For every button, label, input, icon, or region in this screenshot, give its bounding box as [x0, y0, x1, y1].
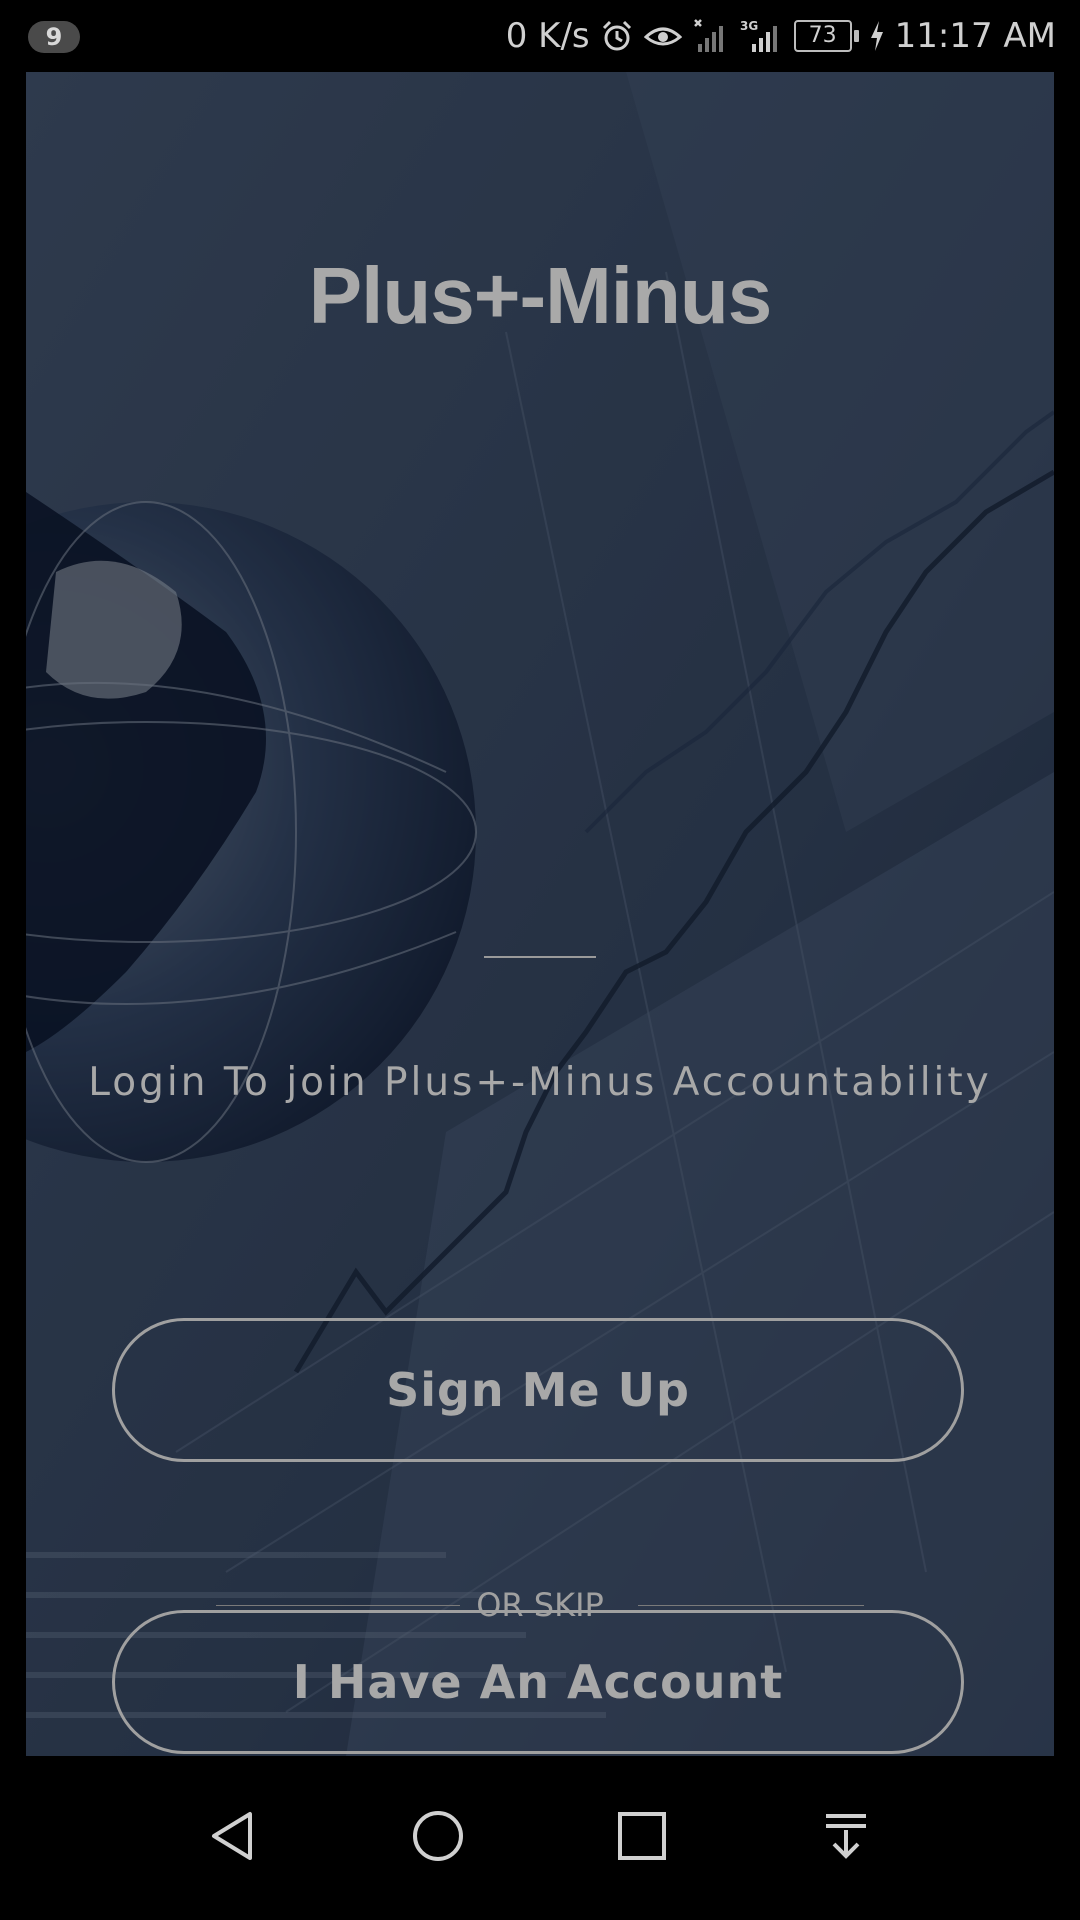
- sign-up-button[interactable]: Sign Me Up: [112, 1318, 964, 1462]
- navigation-bar: [0, 1756, 1080, 1920]
- status-icons: 0 K/s 3G 73 11:17 AM: [506, 0, 1056, 72]
- status-bar: 9 0 K/s 3G 73 11:17 AM: [0, 0, 1080, 72]
- back-icon[interactable]: [194, 1796, 274, 1876]
- signal-3g-icon: 3G: [740, 18, 784, 54]
- clock-time: 11:17 AM: [894, 16, 1056, 56]
- login-account-button[interactable]: I Have An Account: [112, 1610, 964, 1754]
- welcome-screen: Plus+-Minus Login To join Plus+-Minus Ac…: [26, 72, 1054, 1756]
- net-speed: 0 K/s: [505, 16, 590, 56]
- svg-text:3G: 3G: [740, 19, 758, 33]
- eye-icon: [643, 21, 682, 51]
- signal-muted-icon: [692, 18, 730, 54]
- alarm-icon: [600, 19, 634, 53]
- app-title: Plus+-Minus: [308, 251, 772, 340]
- tagline: Login To join Plus+-Minus Accountability: [88, 1060, 992, 1105]
- recents-icon[interactable]: [602, 1796, 682, 1876]
- battery-icon: 73: [793, 20, 859, 52]
- battery-level: 73: [793, 20, 852, 52]
- home-icon[interactable]: [398, 1796, 478, 1876]
- charging-icon: [869, 20, 885, 52]
- notification-pull-icon[interactable]: [806, 1796, 886, 1876]
- title-divider: [484, 956, 596, 958]
- notification-count-badge: 9: [28, 21, 80, 53]
